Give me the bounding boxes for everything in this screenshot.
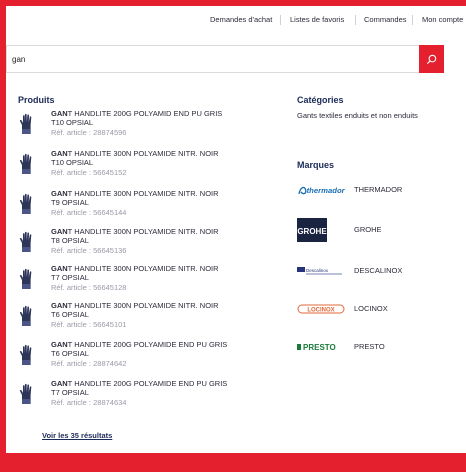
nav-divider: [280, 15, 281, 25]
brand-item-grohe[interactable]: GROHE GROHE: [297, 218, 447, 242]
product-ref: Réf. article : 28874596: [51, 127, 127, 137]
product-name-match: GAN: [51, 109, 68, 118]
product-name-line2: T6 OPSIAL: [51, 348, 89, 358]
brand-name: GROHE: [354, 225, 382, 234]
product-name-line2: T10 OPSIAL: [51, 157, 94, 167]
product-row[interactable]: GANT HANDLITE 300N POLYAMIDE NITR. NOIR T…: [18, 149, 258, 186]
products-heading: Produits: [18, 95, 55, 105]
see-all-results-link[interactable]: Voir les 35 résultats: [42, 431, 112, 440]
product-name-line2: T7 OPSIAL: [51, 272, 89, 282]
nav-orders[interactable]: Commandes: [364, 15, 407, 24]
brand-item-locinox[interactable]: LOCINOX LOCINOX: [297, 299, 447, 319]
product-name-line2: T7 OPSIAL: [51, 387, 89, 397]
product-name-line2: T10 OPSIAL: [51, 117, 94, 127]
product-name-line2: T6 OPSIAL: [51, 309, 89, 319]
product-ref: Réf. article : 56645128: [51, 282, 127, 292]
product-ref: Réf. article : 56645101: [51, 319, 127, 329]
product-name: GANT HANDLITE 200G POLYAMIDE END PU GRIS…: [51, 340, 263, 358]
product-name-match: GAN: [51, 149, 68, 158]
product-row[interactable]: GANT HANDLITE 300N POLYAMIDE NITR. NOIR T…: [18, 227, 258, 264]
presto-logo-text: PRESTO: [303, 343, 336, 352]
locinox-logo-text: LOCINOX: [307, 308, 334, 314]
brand-name: LOCINOX: [354, 304, 388, 313]
category-item[interactable]: Gants textiles enduits et non enduits: [297, 111, 418, 120]
search-button[interactable]: [419, 45, 444, 73]
product-name-rest: T HANDLITE 300N POLYAMIDE NITR. NOIR: [67, 189, 219, 198]
nav-divider: [355, 15, 356, 25]
thermador-logo: thermador: [297, 180, 347, 200]
product-name-rest: T HANDLITE 300N POLYAMIDE NITR. NOIR: [67, 264, 219, 273]
glove-icon: [18, 268, 36, 290]
product-name: GANT HANDLITE 300N POLYAMIDE NITR. NOIR T…: [51, 227, 263, 245]
product-name: GANT HANDLITE 300N POLYAMIDE NITR. NOIR T…: [51, 149, 263, 167]
product-row[interactable]: GANT HANDLITE 200G POLYAMIDE END PU GRIS…: [18, 379, 258, 416]
product-name: GANT HANDLITE 200G POLYAMIDE END PU GRIS…: [51, 379, 263, 397]
nav-account[interactable]: Mon compte: [422, 15, 463, 24]
nav-divider: [412, 15, 413, 25]
product-row[interactable]: GANT HANDLITE 300N POLYAMIDE NITR. NOIR T…: [18, 189, 258, 226]
descalinox-logo: Descalinox: [297, 261, 347, 281]
product-name-rest: T HANDLITE 200G POLYAMID END PU GRIS: [67, 109, 223, 118]
product-name: GANT HANDLITE 200G POLYAMID END PU GRIS T…: [51, 109, 263, 127]
product-name-match: GAN: [51, 264, 68, 273]
product-name-rest: T HANDLITE 300N POLYAMIDE NITR. NOIR: [67, 227, 219, 236]
product-name-match: GAN: [51, 301, 68, 310]
product-name-match: GAN: [51, 379, 68, 388]
product-name-rest: T HANDLITE 200G POLYAMIDE END PU GRIS: [67, 340, 228, 349]
descalinox-logo-text: Descalinox: [306, 268, 329, 273]
product-ref: Réf. article : 56645152: [51, 167, 127, 177]
glove-icon: [18, 383, 36, 405]
product-ref: Réf. article : 56645136: [51, 245, 127, 255]
glove-icon: [18, 305, 36, 327]
glove-icon: [18, 193, 36, 215]
product-name: GANT HANDLITE 300N POLYAMIDE NITR. NOIR T…: [51, 264, 263, 282]
product-name-rest: T HANDLITE 200G POLYAMIDE END PU GRIS: [67, 379, 228, 388]
brand-item-presto[interactable]: PRESTO PRESTO: [297, 337, 447, 357]
search-input[interactable]: gan: [12, 55, 25, 64]
thermador-logo-text: thermador: [307, 186, 346, 195]
product-name-match: GAN: [51, 340, 68, 349]
product-name: GANT HANDLITE 300N POLYAMIDE NITR. NOIR T…: [51, 189, 263, 207]
brand-item-thermador[interactable]: thermador THERMADOR: [297, 180, 447, 200]
brand-name: PRESTO: [354, 342, 385, 351]
grohe-logo-text: GROHE: [297, 227, 327, 236]
glove-icon: [18, 231, 36, 253]
product-row[interactable]: GANT HANDLITE 300N POLYAMIDE NITR. NOIR T…: [18, 264, 258, 301]
search-bar[interactable]: gan: [6, 45, 444, 73]
presto-logo: PRESTO: [297, 337, 347, 357]
nav-favorites[interactable]: Listes de favoris: [290, 15, 344, 24]
grohe-logo: GROHE: [297, 218, 347, 242]
product-ref: Réf. article : 28874634: [51, 397, 127, 407]
glove-icon: [18, 113, 36, 135]
product-ref: Réf. article : 56645144: [51, 207, 127, 217]
glove-icon: [18, 153, 36, 175]
footer-bar: [6, 453, 466, 472]
product-name: GANT HANDLITE 300N POLYAMIDE NITR. NOIR T…: [51, 301, 263, 319]
product-ref: Réf. article : 28874642: [51, 358, 127, 368]
categories-heading: Catégories: [297, 95, 344, 105]
brand-name: DESCALINOX: [354, 266, 403, 275]
brand-name: THERMADOR: [354, 185, 403, 194]
product-name-match: GAN: [51, 189, 68, 198]
product-name-line2: T8 OPSIAL: [51, 235, 89, 245]
glove-icon: [18, 344, 36, 366]
brands-heading: Marques: [297, 160, 335, 170]
product-name-line2: T9 OPSIAL: [51, 197, 89, 207]
search-icon: [426, 54, 437, 64]
top-navigation: Demandes d'achat Listes de favoris Comma…: [0, 12, 466, 28]
product-name-rest: T HANDLITE 300N POLYAMIDE NITR. NOIR: [67, 301, 219, 310]
product-row[interactable]: GANT HANDLITE 200G POLYAMID END PU GRIS T…: [18, 109, 258, 146]
locinox-logo: LOCINOX: [297, 299, 347, 319]
product-row[interactable]: GANT HANDLITE 300N POLYAMIDE NITR. NOIR T…: [18, 301, 258, 338]
product-row[interactable]: GANT HANDLITE 200G POLYAMIDE END PU GRIS…: [18, 340, 258, 377]
nav-purchase-requests[interactable]: Demandes d'achat: [210, 15, 272, 24]
brand-item-descalinox[interactable]: Descalinox DESCALINOX: [297, 261, 447, 281]
product-name-rest: T HANDLITE 300N POLYAMIDE NITR. NOIR: [67, 149, 219, 158]
product-name-match: GAN: [51, 227, 68, 236]
